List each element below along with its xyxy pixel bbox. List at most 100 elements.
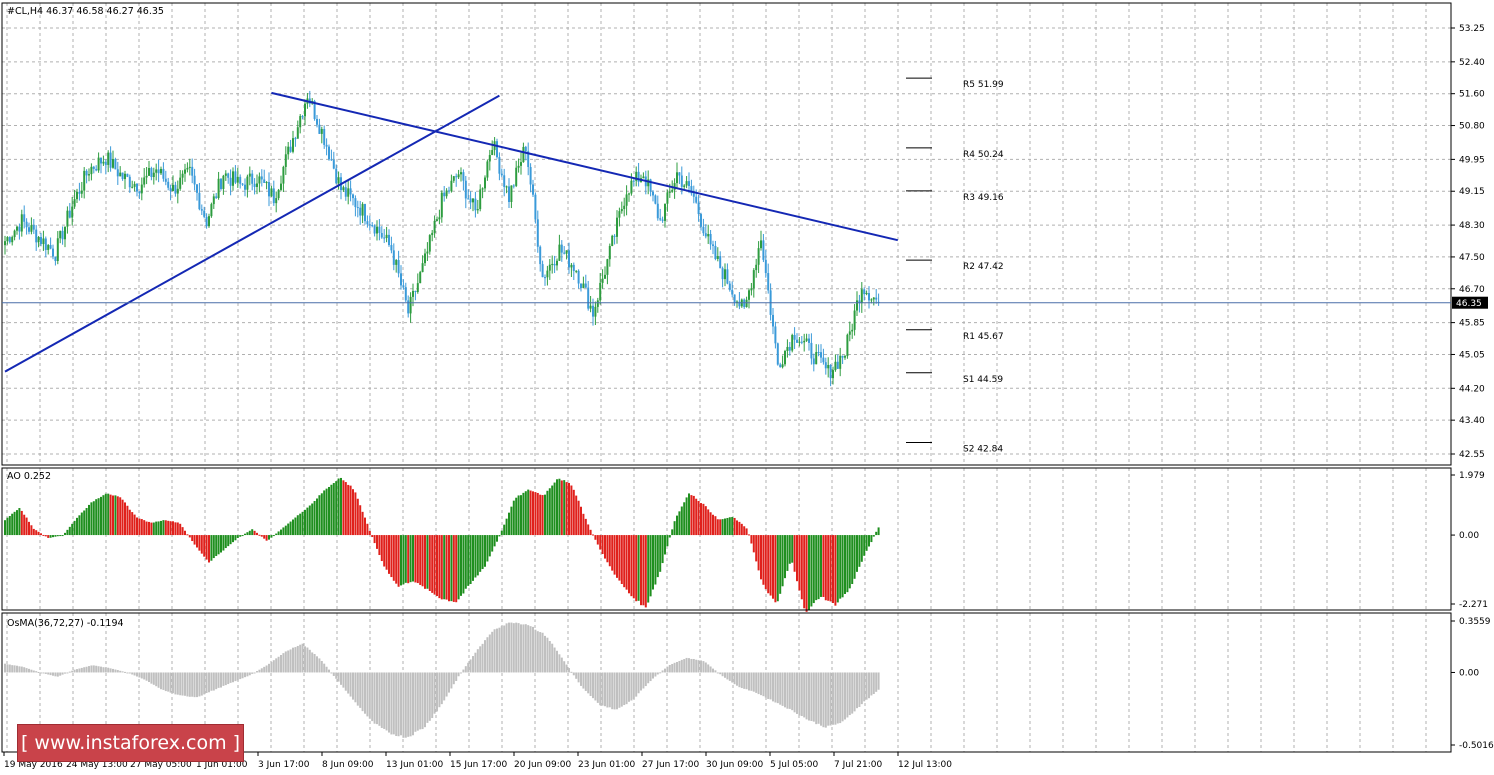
ao-bar	[280, 529, 282, 536]
candle-body	[779, 364, 782, 368]
candle-body	[148, 168, 150, 176]
osma-bar	[808, 672, 810, 721]
ao-bar	[424, 535, 426, 589]
candle-body	[251, 173, 254, 184]
ao-bar	[409, 535, 412, 583]
candle-body	[860, 289, 863, 304]
ao-bar	[728, 517, 731, 536]
osma-bar	[472, 656, 474, 673]
candle-body	[829, 364, 832, 379]
candle-body	[116, 169, 119, 177]
axis-tick-label: 51.60	[1459, 90, 1485, 100]
candle-body	[95, 168, 98, 171]
osma-bar	[366, 672, 369, 717]
ao-bar	[133, 514, 136, 536]
osma-bar	[870, 672, 873, 696]
ao-bar	[680, 506, 683, 536]
candle-body	[193, 175, 196, 185]
osma-bar	[150, 672, 153, 684]
candle-body	[205, 216, 208, 227]
ao-bar	[176, 522, 179, 536]
ao-bar	[232, 535, 234, 543]
ao-bar	[313, 500, 316, 536]
ao-bar	[503, 524, 506, 536]
ao-bar	[131, 512, 134, 536]
candle-body	[380, 232, 383, 238]
ao-bar	[491, 535, 494, 552]
osma-bar	[515, 622, 518, 673]
osma-bar	[416, 672, 419, 731]
osma-bar	[126, 672, 129, 674]
osma-bar	[697, 660, 700, 673]
osma-bar	[656, 672, 659, 675]
candle-body	[676, 172, 678, 184]
ao-bar	[563, 480, 566, 536]
candle-body	[59, 230, 62, 239]
ao-bar	[215, 535, 218, 557]
axis-tick-label: 44.20	[1459, 384, 1485, 394]
candle-body	[476, 209, 479, 211]
osma-bar	[47, 672, 50, 675]
ao-bar	[140, 519, 143, 536]
candle-body	[241, 183, 244, 185]
candle-body	[524, 146, 527, 152]
ao-bar	[371, 535, 374, 538]
ao-bar	[138, 518, 141, 536]
ao-bar	[292, 519, 294, 536]
trading-chart[interactable]: R5 51.99 R4 50.24 R3 49.16 R2 47.42 R1 45.67…	[0, 0, 1494, 775]
candle-body	[757, 248, 760, 265]
osma-bar	[306, 647, 309, 673]
osma-bar	[280, 655, 282, 673]
ao-bar	[20, 510, 23, 536]
candle-body	[517, 165, 520, 168]
candle-body	[272, 188, 275, 204]
osma-bar	[712, 668, 714, 673]
osma-bar	[476, 649, 479, 673]
candle-body	[390, 245, 393, 251]
candle-body	[568, 250, 570, 268]
osma-bar	[498, 627, 501, 673]
ao-bar	[632, 535, 635, 599]
ao-bar	[750, 535, 753, 544]
candle-body	[484, 177, 486, 189]
axis-tick-label: -2.271	[1459, 600, 1488, 610]
osma-bar	[212, 672, 215, 691]
candle-body	[496, 141, 498, 158]
osma-bar	[613, 672, 616, 710]
candle-body	[224, 173, 227, 176]
ao-bar	[155, 521, 158, 536]
osma-bar	[4, 663, 6, 673]
osma-bar	[56, 672, 59, 677]
osma-bar	[728, 672, 731, 681]
ao-bar	[827, 535, 830, 601]
ao-bar	[208, 535, 210, 563]
candle-body	[64, 226, 66, 240]
candle-body	[839, 355, 842, 369]
candle-body	[697, 202, 700, 215]
ao-bar	[743, 526, 746, 536]
ao-bar	[364, 517, 366, 536]
osma-bar	[294, 647, 297, 673]
ao-bar	[282, 527, 285, 536]
candle-body	[419, 272, 422, 284]
osma-bar	[95, 665, 98, 673]
ao-bar	[673, 521, 676, 536]
ao-bar	[851, 535, 854, 585]
pivot-label: S1 44.59	[963, 375, 1003, 385]
osma-bar	[683, 659, 686, 673]
candle-body	[469, 198, 472, 203]
ao-bar	[587, 524, 590, 536]
osma-bar	[551, 643, 554, 673]
osma-bar	[841, 672, 844, 722]
candle-body	[11, 237, 14, 243]
pivot-label: S2 42.84	[963, 444, 1003, 454]
ao-bar	[83, 510, 86, 536]
candle-body	[80, 190, 83, 194]
osma-bar	[395, 672, 398, 737]
ao-bar	[268, 535, 270, 540]
osma-bar	[815, 672, 818, 725]
osma-bar	[479, 646, 482, 673]
ao-bar	[469, 535, 472, 585]
candle-body	[124, 173, 126, 180]
candle-body	[613, 235, 616, 237]
